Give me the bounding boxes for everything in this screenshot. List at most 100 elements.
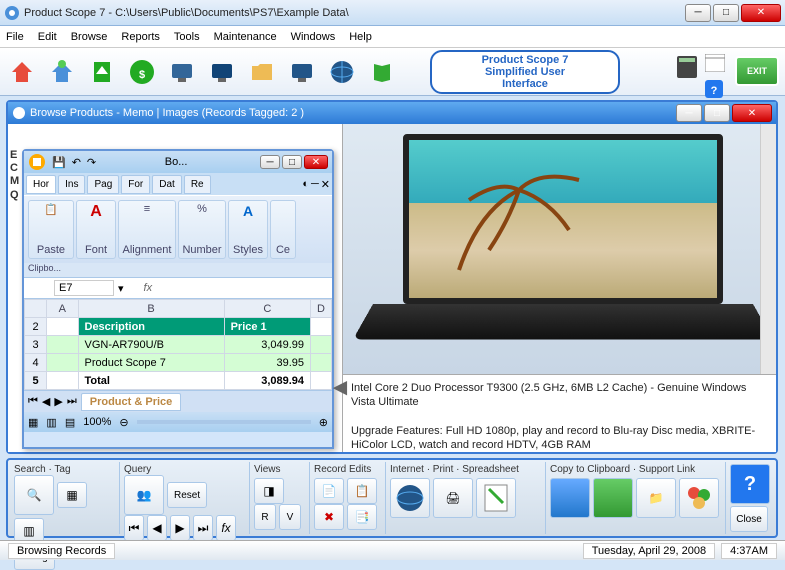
- help-icon[interactable]: ?: [705, 80, 723, 98]
- svg-text:?: ?: [711, 85, 718, 97]
- query-icon[interactable]: 👥: [124, 475, 164, 515]
- spreadsheet-icon[interactable]: [476, 478, 516, 518]
- product-image: [343, 124, 760, 374]
- product-badge: Product Scope 7Simplified UserInterface: [430, 50, 620, 94]
- exit-button[interactable]: EXIT: [735, 56, 779, 86]
- view-normal-icon[interactable]: ▦: [28, 416, 38, 429]
- ribbon-x-icon[interactable]: ✕: [321, 178, 330, 191]
- zoom-in-icon[interactable]: ⊕: [319, 416, 328, 429]
- zoom-out-icon[interactable]: ⊖: [119, 416, 128, 429]
- ribbon-help-icon[interactable]: ◐: [302, 178, 309, 190]
- tab-page[interactable]: Pag: [87, 175, 119, 194]
- ribbon-min-icon[interactable]: ─: [311, 178, 319, 190]
- home-icon[interactable]: [6, 56, 38, 88]
- status-text: Browsing Records: [8, 543, 115, 559]
- monitor3-icon[interactable]: [286, 56, 318, 88]
- side-labels: ECMQ: [10, 149, 19, 202]
- dropdown-icon[interactable]: ▾: [118, 282, 124, 295]
- new-doc-icon[interactable]: 📄: [314, 478, 344, 504]
- clip-green-icon[interactable]: [593, 478, 633, 518]
- grid4-icon[interactable]: ▦: [57, 482, 87, 508]
- menu-edit[interactable]: Edit: [38, 31, 57, 43]
- ex-max-button[interactable]: □: [282, 155, 302, 169]
- menu-browse[interactable]: Browse: [71, 31, 108, 43]
- paste-doc-icon[interactable]: 📑: [347, 504, 377, 530]
- monitor2-icon[interactable]: [206, 56, 238, 88]
- delete-icon[interactable]: ✖: [314, 504, 344, 530]
- paste-icon[interactable]: 📋: [44, 203, 58, 216]
- menu-help[interactable]: Help: [349, 31, 372, 43]
- prev-icon[interactable]: ◀: [147, 515, 167, 541]
- menu-file[interactable]: File: [6, 31, 24, 43]
- tab-home[interactable]: Hor: [26, 175, 56, 194]
- main-toolbar: $ Product Scope 7Simplified UserInterfac…: [0, 48, 785, 96]
- fx-label: fx: [144, 282, 153, 294]
- scrollbar[interactable]: [760, 124, 776, 374]
- menu-maintenance[interactable]: Maintenance: [214, 31, 277, 43]
- view-layout-icon[interactable]: ▥: [46, 416, 56, 429]
- close-panel-button[interactable]: Close: [730, 506, 768, 532]
- folder2-icon[interactable]: 📁: [636, 478, 676, 518]
- bottom-toolstrip: Search · Tag 🔍 ▦ ▥ Untag Query 👥 Reset ⏮…: [6, 458, 778, 538]
- globe-icon[interactable]: [326, 56, 358, 88]
- sub-close-button[interactable]: ✕: [732, 104, 772, 122]
- font-icon[interactable]: A: [90, 203, 102, 221]
- last-icon[interactable]: ⏭: [193, 515, 213, 541]
- r-button[interactable]: R: [254, 504, 276, 530]
- minimize-button[interactable]: ─: [685, 4, 711, 22]
- maximize-button[interactable]: □: [713, 4, 739, 22]
- house-icon[interactable]: [46, 56, 78, 88]
- menu-tools[interactable]: Tools: [174, 31, 200, 43]
- tab-review[interactable]: Re: [184, 175, 211, 194]
- redo-icon[interactable]: ↷: [87, 156, 96, 169]
- people-icon[interactable]: [679, 478, 719, 518]
- money-icon[interactable]: $: [126, 56, 158, 88]
- views-icon[interactable]: ◨: [254, 478, 284, 504]
- number-icon[interactable]: %: [197, 203, 207, 215]
- align-icon[interactable]: ≡: [144, 203, 150, 215]
- clip-blue-icon[interactable]: [550, 478, 590, 518]
- product-description: Intel Core 2 Duo Processor T9300 (2.5 GH…: [343, 374, 776, 452]
- copy-doc-icon[interactable]: 📋: [347, 478, 377, 504]
- menu-windows[interactable]: Windows: [291, 31, 336, 43]
- print-icon[interactable]: 🖨: [433, 478, 473, 518]
- nav-first-icon[interactable]: ⏮: [28, 395, 38, 408]
- close-button[interactable]: ✕: [741, 4, 781, 22]
- sub-maximize-button[interactable]: □: [704, 104, 730, 122]
- styles-icon[interactable]: A: [243, 203, 253, 219]
- status-bar: Browsing Records Tuesday, April 29, 2008…: [0, 540, 785, 560]
- fx-icon[interactable]: fx: [216, 515, 236, 541]
- monitor1-icon[interactable]: [166, 56, 198, 88]
- subwindow-title: Browse Products - Memo | Images (Records…: [30, 107, 676, 119]
- first-icon[interactable]: ⏮: [124, 515, 144, 541]
- tab-formulas[interactable]: For: [121, 175, 150, 194]
- help-button[interactable]: ?: [730, 464, 770, 504]
- search-icon[interactable]: 🔍: [14, 475, 54, 515]
- next-icon[interactable]: ▶: [170, 515, 190, 541]
- v-button[interactable]: V: [279, 504, 301, 530]
- name-box[interactable]: [54, 280, 114, 296]
- save-icon[interactable]: 💾: [52, 156, 66, 169]
- nav-prev-icon[interactable]: ◀: [42, 395, 50, 408]
- book-icon[interactable]: [366, 56, 398, 88]
- office-icon[interactable]: [28, 153, 46, 171]
- view-break-icon[interactable]: ▤: [65, 416, 75, 429]
- spreadsheet-grid[interactable]: ABCD 2DescriptionPrice 1 3VGN-AR790U/B3,…: [24, 299, 332, 390]
- download-icon[interactable]: [86, 56, 118, 88]
- sheet-tab[interactable]: Product & Price: [81, 393, 182, 411]
- ex-min-button[interactable]: ─: [260, 155, 280, 169]
- undo-icon[interactable]: ↶: [72, 156, 81, 169]
- nav-last-icon[interactable]: ⏭: [67, 395, 77, 408]
- reset-button[interactable]: Reset: [167, 482, 207, 508]
- excel-title: Bo...: [165, 156, 188, 168]
- folder-icon[interactable]: [246, 56, 278, 88]
- calendar-icon[interactable]: [705, 54, 725, 78]
- sub-minimize-button[interactable]: ─: [676, 104, 702, 122]
- nav-next-icon[interactable]: ▶: [54, 395, 62, 408]
- tab-insert[interactable]: Ins: [58, 175, 85, 194]
- menu-reports[interactable]: Reports: [121, 31, 160, 43]
- ex-close-button[interactable]: ✕: [304, 155, 328, 169]
- tab-data[interactable]: Dat: [152, 175, 182, 194]
- internet-icon[interactable]: [390, 478, 430, 518]
- calculator-icon[interactable]: [677, 56, 697, 78]
